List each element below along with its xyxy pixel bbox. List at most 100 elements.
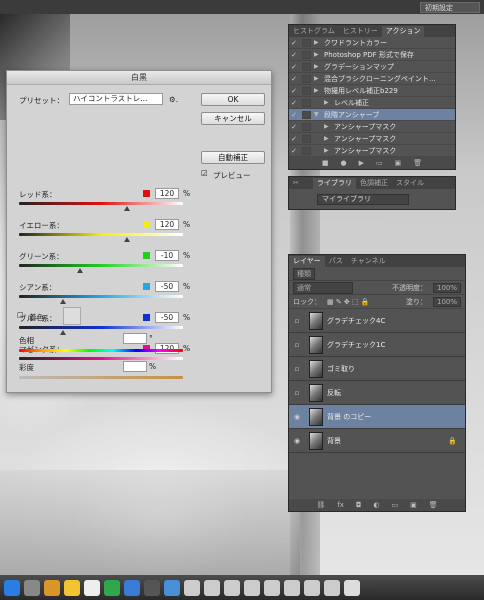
action-row[interactable]: ✓ ▶ Photoshop PDF 形式で保存 [289, 49, 455, 61]
tab-styles[interactable]: スタイル [392, 178, 428, 189]
action-check[interactable]: ✓ [289, 147, 299, 155]
slider-track[interactable] [19, 233, 183, 236]
workspace-select[interactable]: 初期設定 [420, 2, 480, 13]
dock-app-icon[interactable] [324, 579, 340, 596]
library-select[interactable]: マイライブラリ [317, 194, 409, 205]
expand-icon[interactable]: ▶ [314, 51, 324, 58]
action-row[interactable]: ✓ ▶ アンシャープマスク [289, 145, 455, 157]
tab-actions[interactable]: アクション [381, 26, 425, 37]
dock-app-icon[interactable] [144, 579, 160, 596]
action-row[interactable]: ✓ ▶ アンシャープマスク [289, 133, 455, 145]
action-dialog-toggle[interactable] [302, 134, 311, 143]
layer-row[interactable]: ▫ 反転 [289, 381, 465, 405]
tint-swatch[interactable] [63, 307, 81, 325]
expand-icon[interactable]: ▶ [314, 87, 324, 94]
action-dialog-toggle[interactable] [302, 98, 311, 107]
slider-knob[interactable] [124, 206, 131, 211]
dock-app-icon[interactable] [244, 579, 260, 596]
new-action-icon[interactable]: ▣ [395, 159, 402, 167]
slider-track[interactable] [19, 295, 183, 298]
trash-icon[interactable]: 🗑 [413, 159, 422, 167]
preset-select[interactable]: ハイコントラストレ... [69, 93, 163, 105]
tab-adjustments[interactable]: 色調補正 [356, 178, 392, 189]
fx-icon[interactable]: fx [337, 501, 344, 509]
layer-row[interactable]: ▫ グラデチェック1C [289, 333, 465, 357]
slider-value-field[interactable]: 120 [155, 219, 179, 230]
blend-mode-select[interactable]: 通常 [293, 281, 353, 294]
action-check[interactable]: ✓ [289, 63, 299, 71]
mask-icon[interactable]: ◘ [356, 501, 362, 509]
expand-icon[interactable]: ▶ [314, 39, 324, 46]
slider-knob[interactable] [76, 268, 83, 273]
action-check[interactable]: ✓ [289, 135, 299, 143]
slider-track[interactable] [19, 264, 183, 267]
dock-app-icon[interactable] [4, 579, 20, 596]
visibility-toggle[interactable]: ▫ [289, 389, 305, 397]
layer-row[interactable]: ◉ 背景 🔒 [289, 429, 465, 453]
dock-app-icon[interactable] [264, 579, 280, 596]
hue-track[interactable] [19, 349, 183, 352]
dock-app-icon[interactable] [164, 579, 180, 596]
opacity-field[interactable]: 100% [432, 282, 461, 293]
trash-icon[interactable]: 🗑 [429, 501, 438, 509]
expand-icon[interactable]: ▶ [324, 99, 334, 106]
dock-app-icon[interactable] [344, 579, 360, 596]
tab-paths[interactable]: パス [325, 256, 347, 267]
action-row[interactable]: ✓ ▶ グラデーションマップ [289, 61, 455, 73]
action-check[interactable]: ✓ [289, 75, 299, 83]
tab-layers[interactable]: レイヤー [289, 256, 325, 267]
dock-app-icon[interactable] [124, 579, 140, 596]
slider-track[interactable] [19, 357, 183, 360]
dock-app-icon[interactable] [224, 579, 240, 596]
tab-histogram[interactable]: ヒストグラム [289, 26, 339, 37]
visibility-toggle[interactable]: ▫ [289, 317, 305, 325]
tools-icon[interactable]: ✂ [289, 178, 313, 189]
slider-value-field[interactable]: -50 [155, 281, 179, 292]
saturation-field[interactable] [123, 361, 147, 372]
adjustment-icon[interactable]: ◐ [373, 501, 379, 509]
tint-checkbox[interactable]: ☐ [17, 311, 24, 320]
link-icon[interactable]: ⛓ [316, 501, 325, 509]
action-check[interactable]: ✓ [289, 111, 299, 119]
eye-icon[interactable]: ◉ [289, 437, 305, 445]
expand-icon[interactable]: ▶ [324, 123, 334, 130]
ok-button[interactable]: OK [201, 93, 265, 106]
layer-row[interactable]: ▫ グラデチェック4C [289, 309, 465, 333]
action-dialog-toggle[interactable] [302, 146, 311, 155]
action-check[interactable]: ✓ [289, 99, 299, 107]
action-check[interactable]: ✓ [289, 39, 299, 47]
slider-track[interactable] [19, 326, 183, 329]
tab-history[interactable]: ヒストリー [339, 26, 382, 37]
dock-app-icon[interactable] [44, 579, 60, 596]
expand-icon[interactable]: ▶ [314, 75, 324, 82]
saturation-track[interactable] [19, 376, 183, 379]
layer-row[interactable]: ▫ ゴミ取り [289, 357, 465, 381]
slider-knob[interactable] [60, 299, 67, 304]
dock-app-icon[interactable] [84, 579, 100, 596]
dock-app-icon[interactable] [304, 579, 320, 596]
preview-checkbox[interactable]: ☑ [201, 169, 208, 178]
slider-track[interactable] [19, 202, 183, 205]
fill-field[interactable]: 100% [432, 296, 461, 307]
play-icon[interactable]: ▶ [359, 159, 364, 167]
expand-icon[interactable]: ▼ [314, 111, 324, 118]
new-layer-icon[interactable]: ▣ [410, 501, 417, 509]
slider-value-field[interactable]: 120 [155, 188, 179, 199]
new-set-icon[interactable]: ▭ [376, 159, 383, 167]
action-row[interactable]: ✓ ▶ アンシャープマスク [289, 121, 455, 133]
action-check[interactable]: ✓ [289, 51, 299, 59]
slider-value-field[interactable]: -10 [155, 250, 179, 261]
action-row[interactable]: ✓ ▶ 物撮用レベル補正b229 [289, 85, 455, 97]
dock-app-icon[interactable] [64, 579, 80, 596]
layer-filter-select[interactable]: 種類 [293, 267, 315, 280]
action-dialog-toggle[interactable] [302, 86, 311, 95]
action-dialog-toggle[interactable] [302, 110, 311, 119]
visibility-toggle[interactable]: ▫ [289, 341, 305, 349]
slider-knob[interactable] [60, 330, 67, 335]
cancel-button[interactable]: キャンセル [201, 112, 265, 125]
slider-value-field[interactable]: -50 [155, 312, 179, 323]
action-row[interactable]: ✓ ▶ レベル補正 [289, 97, 455, 109]
tab-channels[interactable]: チャンネル [347, 256, 390, 267]
action-check[interactable]: ✓ [289, 123, 299, 131]
dock-app-icon[interactable] [184, 579, 200, 596]
